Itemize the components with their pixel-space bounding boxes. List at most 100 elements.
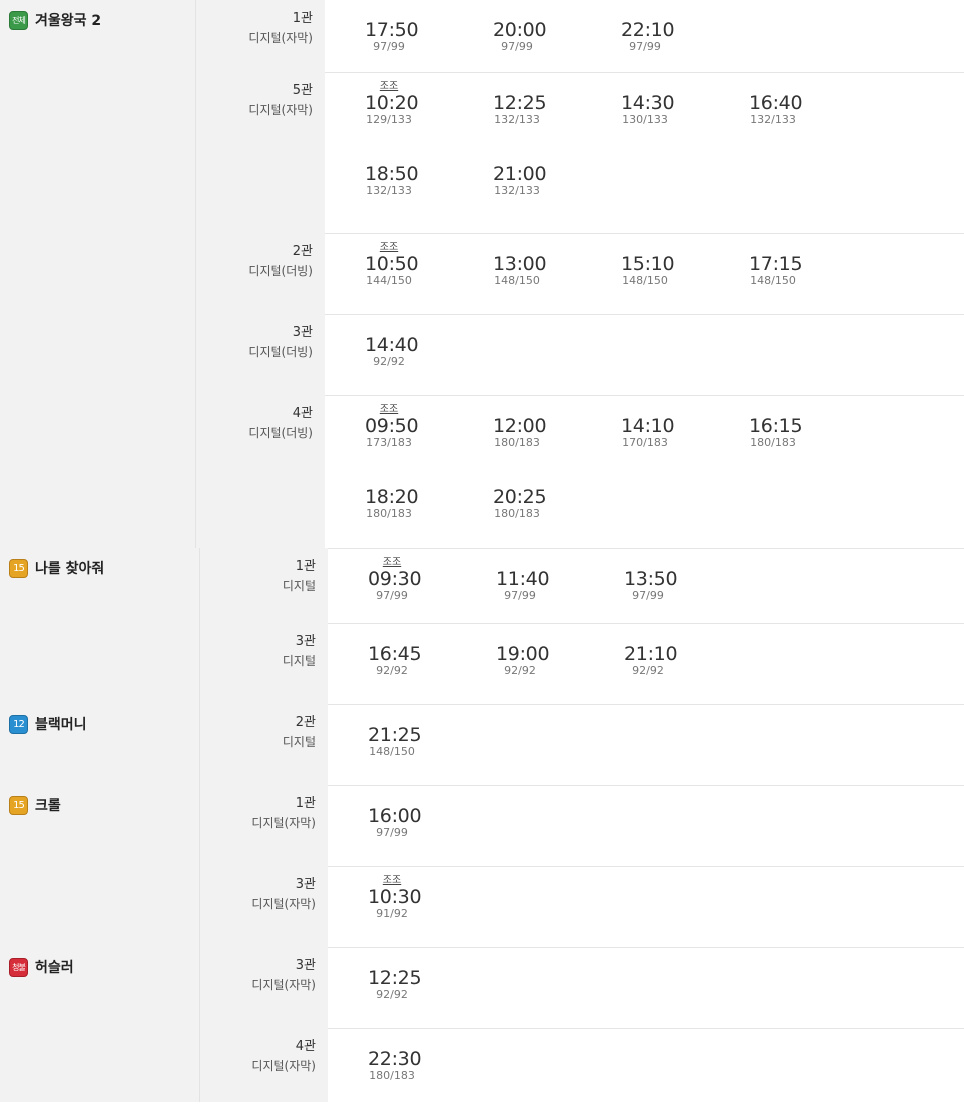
showtime-button[interactable]: 조조 09:30 97/99	[368, 557, 422, 602]
movie-header[interactable]: 청불 허슬러	[9, 957, 74, 977]
showtime-button[interactable]: 14:40 92/92	[365, 323, 419, 368]
showtime-button[interactable]: 16:00 97/99	[368, 794, 422, 839]
showtime-time[interactable]: 12:00	[493, 416, 547, 437]
showtime-button[interactable]: 21:10 92/92	[624, 632, 678, 677]
movie-header[interactable]: 15 나를 찾아줘	[9, 558, 104, 578]
showtime-button[interactable]: 20:25 180/183	[493, 475, 547, 520]
showtime-slot[interactable]: 12:25 132/133	[493, 81, 621, 152]
showtime-time[interactable]: 16:45	[368, 644, 422, 665]
showtime-button[interactable]: 12:25 132/133	[493, 81, 547, 126]
showtime-button[interactable]: 15:10 148/150	[621, 242, 675, 287]
movie-title[interactable]: 겨울왕국 2	[35, 10, 101, 30]
showtime-slot[interactable]: 13:50 97/99	[624, 557, 752, 628]
showtime-slot[interactable]: 조조 10:50 144/150	[365, 242, 493, 313]
showtime-time[interactable]: 13:50	[624, 569, 678, 590]
showtime-time[interactable]: 12:25	[368, 968, 422, 989]
showtime-slot[interactable]: 18:50 132/133	[365, 152, 493, 223]
movie-header[interactable]: 12 블랙머니	[9, 714, 87, 734]
showtime-button[interactable]: 22:30 180/183	[368, 1037, 422, 1082]
movie-title[interactable]: 허슬러	[35, 957, 74, 977]
movie-header[interactable]: 15 크롤	[9, 795, 61, 815]
showtime-slot[interactable]: 17:15 148/150	[749, 242, 877, 313]
showtime-time[interactable]: 14:10	[621, 416, 675, 437]
showtime-slot[interactable]: 14:40 92/92	[365, 323, 493, 394]
showtime-slot[interactable]: 12:25 92/92	[368, 956, 496, 1027]
showtime-button[interactable]: 11:40 97/99	[496, 557, 550, 602]
showtime-time[interactable]: 16:40	[749, 93, 803, 114]
showtime-slot[interactable]: 21:25 148/150	[368, 713, 496, 784]
showtime-time[interactable]: 17:15	[749, 254, 803, 275]
showtime-button[interactable]: 17:15 148/150	[749, 242, 803, 287]
showtime-button[interactable]: 14:10 170/183	[621, 404, 675, 449]
showtime-button[interactable]: 18:20 180/183	[365, 475, 419, 520]
showtime-slot[interactable]: 16:15 180/183	[749, 404, 877, 475]
showtime-time[interactable]: 15:10	[621, 254, 675, 275]
showtime-slot[interactable]: 15:10 148/150	[621, 242, 749, 313]
showtime-slot[interactable]: 조조 09:30 97/99	[368, 557, 496, 628]
showtime-button[interactable]: 21:25 148/150	[368, 713, 422, 758]
showtime-button[interactable]: 18:50 132/133	[365, 152, 419, 197]
showtime-slot[interactable]: 16:40 132/133	[749, 81, 877, 152]
showtime-time[interactable]: 10:20	[365, 93, 419, 114]
showtime-time[interactable]: 18:50	[365, 164, 419, 185]
showtime-slot[interactable]: 21:10 92/92	[624, 632, 752, 703]
showtime-time[interactable]: 17:50	[365, 20, 419, 41]
showtime-time[interactable]: 10:30	[368, 887, 422, 908]
showtime-slot[interactable]: 21:00 132/133	[493, 152, 621, 223]
showtime-time[interactable]: 11:40	[496, 569, 550, 590]
showtime-slot[interactable]: 18:20 180/183	[365, 475, 493, 546]
showtime-time[interactable]: 12:25	[493, 93, 547, 114]
showtime-slot[interactable]: 22:30 180/183	[368, 1037, 496, 1108]
showtime-button[interactable]: 20:00 97/99	[493, 8, 547, 53]
showtime-button[interactable]: 조조 09:50 173/183	[365, 404, 419, 449]
showtime-slot[interactable]: 14:10 170/183	[621, 404, 749, 475]
showtime-button[interactable]: 17:50 97/99	[365, 8, 419, 53]
movie-title[interactable]: 블랙머니	[35, 714, 87, 734]
movie-title[interactable]: 크롤	[35, 795, 61, 815]
showtime-slot[interactable]: 조조 09:50 173/183	[365, 404, 493, 475]
showtime-time[interactable]: 10:50	[365, 254, 419, 275]
movie-title[interactable]: 나를 찾아줘	[35, 558, 104, 578]
showtime-slot[interactable]: 17:50 97/99	[365, 8, 493, 79]
showtime-time[interactable]: 19:00	[496, 644, 550, 665]
showtime-slot[interactable]: 16:45 92/92	[368, 632, 496, 703]
showtime-slot[interactable]: 11:40 97/99	[496, 557, 624, 628]
showtime-button[interactable]: 13:50 97/99	[624, 557, 678, 602]
showtime-time[interactable]: 14:30	[621, 93, 675, 114]
showtime-button[interactable]: 13:00 148/150	[493, 242, 547, 287]
showtime-button[interactable]: 조조 10:20 129/133	[365, 81, 419, 126]
showtime-slot[interactable]: 조조 10:20 129/133	[365, 81, 493, 152]
showtime-slot[interactable]: 22:10 97/99	[621, 8, 749, 79]
showtime-button[interactable]: 16:15 180/183	[749, 404, 803, 449]
showtime-time[interactable]: 16:00	[368, 806, 422, 827]
showtime-time[interactable]: 22:10	[621, 20, 675, 41]
showtime-button[interactable]: 22:10 97/99	[621, 8, 675, 53]
showtime-time[interactable]: 14:40	[365, 335, 419, 356]
showtime-button[interactable]: 조조 10:30 91/92	[368, 875, 422, 920]
showtime-button[interactable]: 12:00 180/183	[493, 404, 547, 449]
showtime-time[interactable]: 16:15	[749, 416, 803, 437]
showtime-slot[interactable]: 20:00 97/99	[493, 8, 621, 79]
showtime-button[interactable]: 조조 10:50 144/150	[365, 242, 419, 287]
showtime-time[interactable]: 21:00	[493, 164, 547, 185]
showtime-time[interactable]: 21:10	[624, 644, 678, 665]
showtime-time[interactable]: 13:00	[493, 254, 547, 275]
showtime-button[interactable]: 16:40 132/133	[749, 81, 803, 126]
movie-header[interactable]: 전체 겨울왕국 2	[9, 10, 101, 30]
showtime-button[interactable]: 21:00 132/133	[493, 152, 547, 197]
showtime-slot[interactable]: 19:00 92/92	[496, 632, 624, 703]
showtime-slot[interactable]: 조조 10:30 91/92	[368, 875, 496, 946]
showtime-time[interactable]: 20:00	[493, 20, 547, 41]
showtime-time[interactable]: 09:30	[368, 569, 422, 590]
showtime-slot[interactable]: 13:00 148/150	[493, 242, 621, 313]
showtime-button[interactable]: 16:45 92/92	[368, 632, 422, 677]
showtime-slot[interactable]: 12:00 180/183	[493, 404, 621, 475]
showtime-time[interactable]: 21:25	[368, 725, 422, 746]
showtime-time[interactable]: 22:30	[368, 1049, 422, 1070]
showtime-slot[interactable]: 14:30 130/133	[621, 81, 749, 152]
showtime-slot[interactable]: 16:00 97/99	[368, 794, 496, 865]
showtime-button[interactable]: 19:00 92/92	[496, 632, 550, 677]
showtime-time[interactable]: 18:20	[365, 487, 419, 508]
showtime-time[interactable]: 09:50	[365, 416, 419, 437]
showtime-button[interactable]: 12:25 92/92	[368, 956, 422, 1001]
